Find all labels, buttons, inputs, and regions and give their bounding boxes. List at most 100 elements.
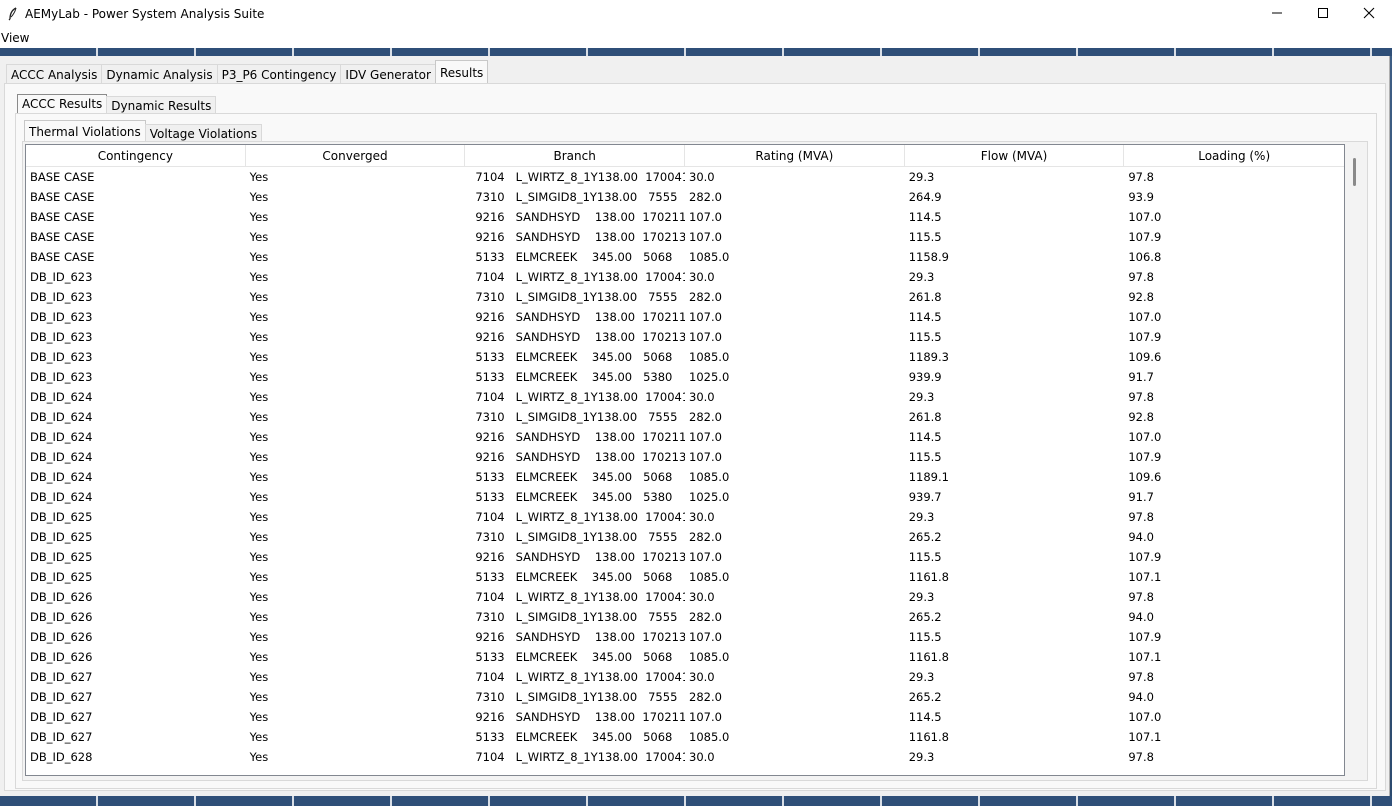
cell-rating: 30.0 (689, 170, 715, 184)
tab-accc-results[interactable]: ACCC Results (17, 94, 108, 114)
cell-contingency: DB_ID_627 (30, 730, 93, 744)
cell-branch: 7310 L_SIMGID8_1Y138.00 7555 L_ (475, 290, 686, 304)
cell-rating: 30.0 (689, 590, 715, 604)
cell-converged: Yes (249, 290, 269, 304)
table-row[interactable]: DB_ID_626 Yes 9216 SANDHSYD 138.00 170213 … (26, 627, 1344, 647)
table-row[interactable]: DB_ID_624 Yes 5133 ELMCREEK 345.00 5068 CA… (26, 467, 1344, 487)
cell-rating: 30.0 (689, 390, 715, 404)
table-row[interactable]: DB_ID_623 Yes 5133 ELMCREEK 345.00 5380 SH… (26, 367, 1344, 387)
cell-contingency: BASE CASE (30, 190, 95, 204)
cell-branch: 7310 L_SIMGID8_1Y138.00 7555 L_ (475, 690, 686, 704)
cell-flow: 29.3 (908, 750, 935, 764)
table-row[interactable]: DB_ID_625 Yes 7310 L_SIMGID8_1Y138.00 7555… (26, 527, 1344, 547)
table-row[interactable]: DB_ID_623 Yes 7104 L_WIRTZ_8_1Y138.00 1700… (26, 267, 1344, 287)
table-row[interactable]: DB_ID_625 Yes 9216 SANDHSYD 138.00 170213 … (26, 547, 1344, 567)
maximize-button[interactable] (1300, 0, 1346, 28)
cell-rating: 107.0 (689, 210, 722, 224)
table-row[interactable]: DB_ID_624 Yes 7104 L_WIRTZ_8_1Y138.00 1700… (26, 387, 1344, 407)
table-row[interactable]: DB_ID_627 Yes 7310 L_SIMGID8_1Y138.00 7555… (26, 687, 1344, 707)
column-header-branch[interactable]: Branch (465, 145, 686, 166)
table-row[interactable]: DB_ID_626 Yes 7310 L_SIMGID8_1Y138.00 7555… (26, 607, 1344, 627)
table-row[interactable]: DB_ID_623 Yes 9216 SANDHSYD 138.00 170211 … (26, 307, 1344, 327)
table-row[interactable]: DB_ID_624 Yes 9216 SANDHSYD 138.00 170213 … (26, 447, 1344, 467)
cell-rating: 282.0 (689, 610, 722, 624)
cell-converged: Yes (249, 370, 269, 384)
table-row[interactable]: DB_ID_624 Yes 7310 L_SIMGID8_1Y138.00 7555… (26, 407, 1344, 427)
cell-branch: 9216 SANDHSYD 138.00 170213 S (475, 330, 686, 344)
table-row[interactable]: DB_ID_623 Yes 7310 L_SIMGID8_1Y138.00 7555… (26, 287, 1344, 307)
cell-converged: Yes (249, 350, 269, 364)
cell-converged: Yes (249, 730, 269, 744)
cell-contingency: DB_ID_624 (30, 390, 93, 404)
tab-dynamic-analysis[interactable]: Dynamic Analysis (101, 64, 218, 84)
table-row[interactable]: DB_ID_628 Yes 7104 L_WIRTZ_8_1Y138.00 1700… (26, 747, 1344, 767)
table-row[interactable]: DB_ID_626 Yes 7104 L_WIRTZ_8_1Y138.00 1700… (26, 587, 1344, 607)
cell-rating: 282.0 (689, 530, 722, 544)
table-row[interactable]: BASE CASE Yes 5133 ELMCREEK 345.00 5068 CA… (26, 247, 1344, 267)
column-header-converged[interactable]: Converged (246, 145, 466, 166)
tab-p3-p6-contingency[interactable]: P3_P6 Contingency (216, 64, 342, 84)
cell-loading: 97.8 (1128, 510, 1154, 524)
menu-view[interactable]: View (0, 31, 31, 45)
cell-contingency: BASE CASE (30, 230, 95, 244)
cell-branch: 9216 SANDHSYD 138.00 170213 S (475, 630, 686, 644)
vertical-scrollbar[interactable] (1347, 144, 1365, 776)
table-row[interactable]: DB_ID_627 Yes 9216 SANDHSYD 138.00 170211 … (26, 707, 1344, 727)
cell-flow: 265.2 (908, 530, 942, 544)
tab-accc-analysis[interactable]: ACCC Analysis (6, 64, 103, 84)
column-header-rating[interactable]: Rating (MVA) (685, 145, 905, 166)
column-header-loading[interactable]: Loading (%) (1124, 145, 1344, 166)
cell-loading: 97.8 (1128, 270, 1154, 284)
table-row[interactable]: BASE CASE Yes 7310 L_SIMGID8_1Y138.00 7555… (26, 187, 1344, 207)
table-row[interactable]: DB_ID_623 Yes 9216 SANDHSYD 138.00 170213 … (26, 327, 1344, 347)
cell-contingency: DB_ID_624 (30, 490, 93, 504)
table-row[interactable]: DB_ID_623 Yes 5133 ELMCREEK 345.00 5068 CA… (26, 347, 1344, 367)
cell-converged: Yes (249, 610, 269, 624)
cell-contingency: DB_ID_624 (30, 410, 93, 424)
cell-loading: 91.7 (1128, 370, 1154, 384)
cell-loading: 107.9 (1128, 630, 1162, 644)
cell-converged: Yes (249, 270, 269, 284)
tab-results[interactable]: Results (434, 60, 489, 84)
cell-loading: 107.1 (1128, 650, 1162, 664)
cell-flow: 114.5 (908, 710, 942, 724)
cell-flow: 29.3 (908, 170, 935, 184)
cell-flow: 115.5 (908, 230, 942, 244)
table-row[interactable]: BASE CASE Yes 9216 SANDHSYD 138.00 170211 … (26, 207, 1344, 227)
table-row[interactable]: DB_ID_625 Yes 5133 ELMCREEK 345.00 5068 CA… (26, 567, 1344, 587)
tab-voltage-violations[interactable]: Voltage Violations (144, 124, 263, 142)
table-row[interactable]: DB_ID_626 Yes 5133 ELMCREEK 345.00 5068 CA… (26, 647, 1344, 667)
column-header-contingency[interactable]: Contingency (26, 145, 246, 166)
cell-flow: 29.3 (908, 670, 935, 684)
close-icon (1363, 7, 1375, 22)
minimize-button[interactable] (1254, 0, 1300, 28)
table-row[interactable]: DB_ID_627 Yes 7104 L_WIRTZ_8_1Y138.00 1700… (26, 667, 1344, 687)
thermal-violations-table[interactable]: Contingency Converged Branch Rating (MVA… (25, 144, 1345, 776)
cell-loading: 94.0 (1128, 610, 1154, 624)
cell-loading: 97.8 (1128, 750, 1154, 764)
cell-contingency: DB_ID_628 (30, 750, 93, 764)
table-row[interactable]: DB_ID_625 Yes 7104 L_WIRTZ_8_1Y138.00 1700… (26, 507, 1344, 527)
tab-dynamic-results[interactable]: Dynamic Results (106, 96, 217, 114)
tab-idv-generator[interactable]: IDV Generator (340, 64, 436, 84)
close-button[interactable] (1346, 0, 1392, 28)
scrollbar-thumb[interactable] (1353, 158, 1356, 186)
tab-thermal-violations[interactable]: Thermal Violations (24, 120, 146, 142)
cell-contingency: DB_ID_623 (30, 270, 93, 284)
table-row[interactable]: DB_ID_627 Yes 5133 ELMCREEK 345.00 5068 CA… (26, 727, 1344, 747)
cell-rating: 30.0 (689, 510, 715, 524)
table-row[interactable]: BASE CASE Yes 9216 SANDHSYD 138.00 170213 … (26, 227, 1344, 247)
cell-contingency: DB_ID_626 (30, 610, 93, 624)
cell-rating: 1085.0 (689, 250, 730, 264)
cell-branch: 5133 ELMCREEK 345.00 5068 CA (475, 650, 686, 664)
cell-branch: 7310 L_SIMGID8_1Y138.00 7555 L_ (475, 610, 686, 624)
table-row[interactable]: DB_ID_624 Yes 5133 ELMCREEK 345.00 5380 SH… (26, 487, 1344, 507)
column-header-flow[interactable]: Flow (MVA) (905, 145, 1125, 166)
cell-loading: 106.8 (1128, 250, 1162, 264)
cell-rating: 282.0 (689, 190, 722, 204)
cell-flow: 264.9 (908, 190, 942, 204)
minimize-icon (1271, 7, 1283, 22)
cell-converged: Yes (249, 710, 269, 724)
table-row[interactable]: BASE CASE Yes 7104 L_WIRTZ_8_1Y138.00 1700… (26, 167, 1344, 187)
table-row[interactable]: DB_ID_624 Yes 9216 SANDHSYD 138.00 170211 … (26, 427, 1344, 447)
